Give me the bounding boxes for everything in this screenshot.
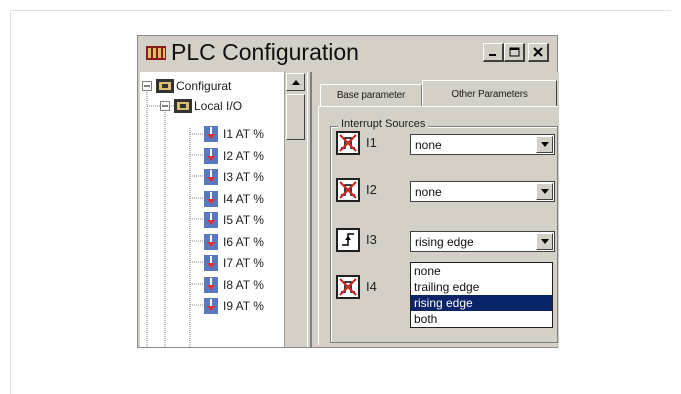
interrupt-label-i2: I2 bbox=[366, 182, 377, 197]
select-value: rising edge bbox=[415, 234, 474, 249]
tree-node-input[interactable]: I2 AT % bbox=[204, 146, 264, 166]
close-icon bbox=[533, 47, 543, 57]
interrupt-select-i3[interactable]: rising edge bbox=[410, 231, 555, 252]
interrupt-sources-label: Interrupt Sources bbox=[338, 118, 429, 130]
tab-base-parameter[interactable]: Base parameter bbox=[320, 84, 422, 106]
collapse-icon[interactable] bbox=[142, 81, 152, 91]
dropdown-option[interactable]: rising edge bbox=[411, 295, 552, 311]
plc-app-icon bbox=[146, 46, 166, 60]
tree-node-input[interactable]: I4 AT % bbox=[204, 189, 264, 209]
tree-node-label: Configurat bbox=[176, 79, 232, 93]
collapse-icon[interactable] bbox=[160, 101, 170, 111]
dropdown-button[interactable] bbox=[536, 183, 553, 200]
interrupt-label-i1: I1 bbox=[366, 135, 377, 150]
tab-label: Other Parameters bbox=[451, 88, 528, 100]
tree-node-label: I9 AT % bbox=[223, 299, 264, 313]
chevron-down-icon bbox=[540, 189, 549, 194]
tree-node-input[interactable]: I5 AT % bbox=[204, 210, 264, 230]
rising-edge-icon bbox=[342, 233, 354, 246]
module-icon bbox=[174, 99, 192, 113]
maximize-button[interactable] bbox=[504, 43, 525, 62]
plc-configuration-window: PLC Configuration Configurat Local I/O I… bbox=[137, 35, 559, 348]
disabled-edge-icon bbox=[339, 181, 357, 199]
scroll-thumb[interactable] bbox=[286, 94, 305, 140]
chevron-down-icon bbox=[540, 142, 549, 147]
tree-node-input[interactable]: I7 AT % bbox=[204, 253, 264, 273]
arrow-up-icon bbox=[291, 79, 300, 85]
interrupt-label-i3: I3 bbox=[366, 232, 377, 247]
input-icon bbox=[204, 212, 218, 228]
input-icon bbox=[204, 147, 218, 164]
input-icon bbox=[204, 190, 218, 207]
dropdown-button[interactable] bbox=[536, 136, 553, 153]
dropdown-option[interactable]: trailing edge bbox=[411, 279, 552, 295]
dropdown-option[interactable]: none bbox=[411, 263, 552, 279]
select-value: none bbox=[415, 137, 442, 152]
dropdown-button[interactable] bbox=[536, 233, 553, 250]
window-title: PLC Configuration bbox=[171, 39, 359, 65]
tree-node-label: I1 AT % bbox=[223, 127, 264, 141]
tab-label: Base parameter bbox=[336, 90, 406, 101]
input-icon bbox=[204, 298, 218, 314]
tree-node-input[interactable]: I3 AT % bbox=[204, 167, 264, 187]
frame-left-line bbox=[10, 10, 11, 394]
dropdown-option[interactable]: both bbox=[411, 311, 552, 327]
i3-dropdown-list[interactable]: none trailing edge rising edge both bbox=[410, 262, 553, 328]
tree-node-configuration[interactable]: Configurat bbox=[140, 76, 231, 96]
disabled-edge-icon bbox=[339, 134, 357, 152]
tree-node-label: I5 AT % bbox=[223, 213, 264, 227]
tree-node-label: Local I/O bbox=[194, 99, 243, 113]
tree-node-label: I7 AT % bbox=[223, 256, 264, 270]
minimize-icon bbox=[489, 54, 496, 56]
tree-node-input[interactable]: I6 AT % bbox=[204, 232, 264, 252]
interrupt-label-i4: I4 bbox=[366, 279, 377, 294]
close-button[interactable] bbox=[528, 43, 549, 62]
tree-node-label: I4 AT % bbox=[223, 191, 264, 206]
interrupt-icon-i3 bbox=[336, 228, 360, 252]
interrupt-select-i2[interactable]: none bbox=[410, 181, 555, 202]
tree-scrollbar[interactable] bbox=[284, 72, 307, 347]
select-value: none bbox=[415, 184, 442, 199]
input-icon bbox=[204, 276, 218, 293]
chevron-down-icon bbox=[540, 239, 549, 244]
disabled-edge-icon bbox=[339, 278, 357, 296]
input-icon bbox=[204, 126, 218, 142]
tab-other-parameters[interactable]: Other Parameters bbox=[422, 80, 557, 107]
interrupt-select-i1[interactable]: none bbox=[410, 134, 555, 155]
configuration-tree[interactable]: Configurat Local I/O I1 AT % I2 AT % I3 AT… bbox=[140, 72, 308, 347]
interrupt-icon-i1 bbox=[336, 131, 360, 155]
tree-node-label: I8 AT % bbox=[223, 277, 264, 292]
input-icon bbox=[204, 255, 218, 271]
input-icon bbox=[204, 169, 218, 185]
module-icon bbox=[156, 79, 174, 93]
tree-node-input[interactable]: I9 AT % bbox=[204, 296, 264, 316]
tree-node-label: I2 AT % bbox=[223, 148, 264, 163]
scroll-up-button[interactable] bbox=[286, 73, 305, 91]
interrupt-icon-i4 bbox=[336, 275, 360, 299]
tree-node-local-io[interactable]: Local I/O bbox=[160, 96, 242, 116]
tree-node-label: I6 AT % bbox=[223, 234, 264, 249]
tree-node-input[interactable]: I8 AT % bbox=[204, 275, 264, 295]
interrupt-icon-i2 bbox=[336, 178, 360, 202]
tree-node-input[interactable]: I1 AT % bbox=[204, 124, 264, 144]
minimize-button[interactable] bbox=[483, 43, 504, 62]
frame-top-line bbox=[10, 10, 671, 11]
maximize-icon bbox=[509, 47, 519, 57]
title-bar[interactable]: PLC Configuration bbox=[138, 36, 557, 69]
tree-node-label: I3 AT % bbox=[223, 170, 264, 184]
input-icon bbox=[204, 233, 218, 250]
